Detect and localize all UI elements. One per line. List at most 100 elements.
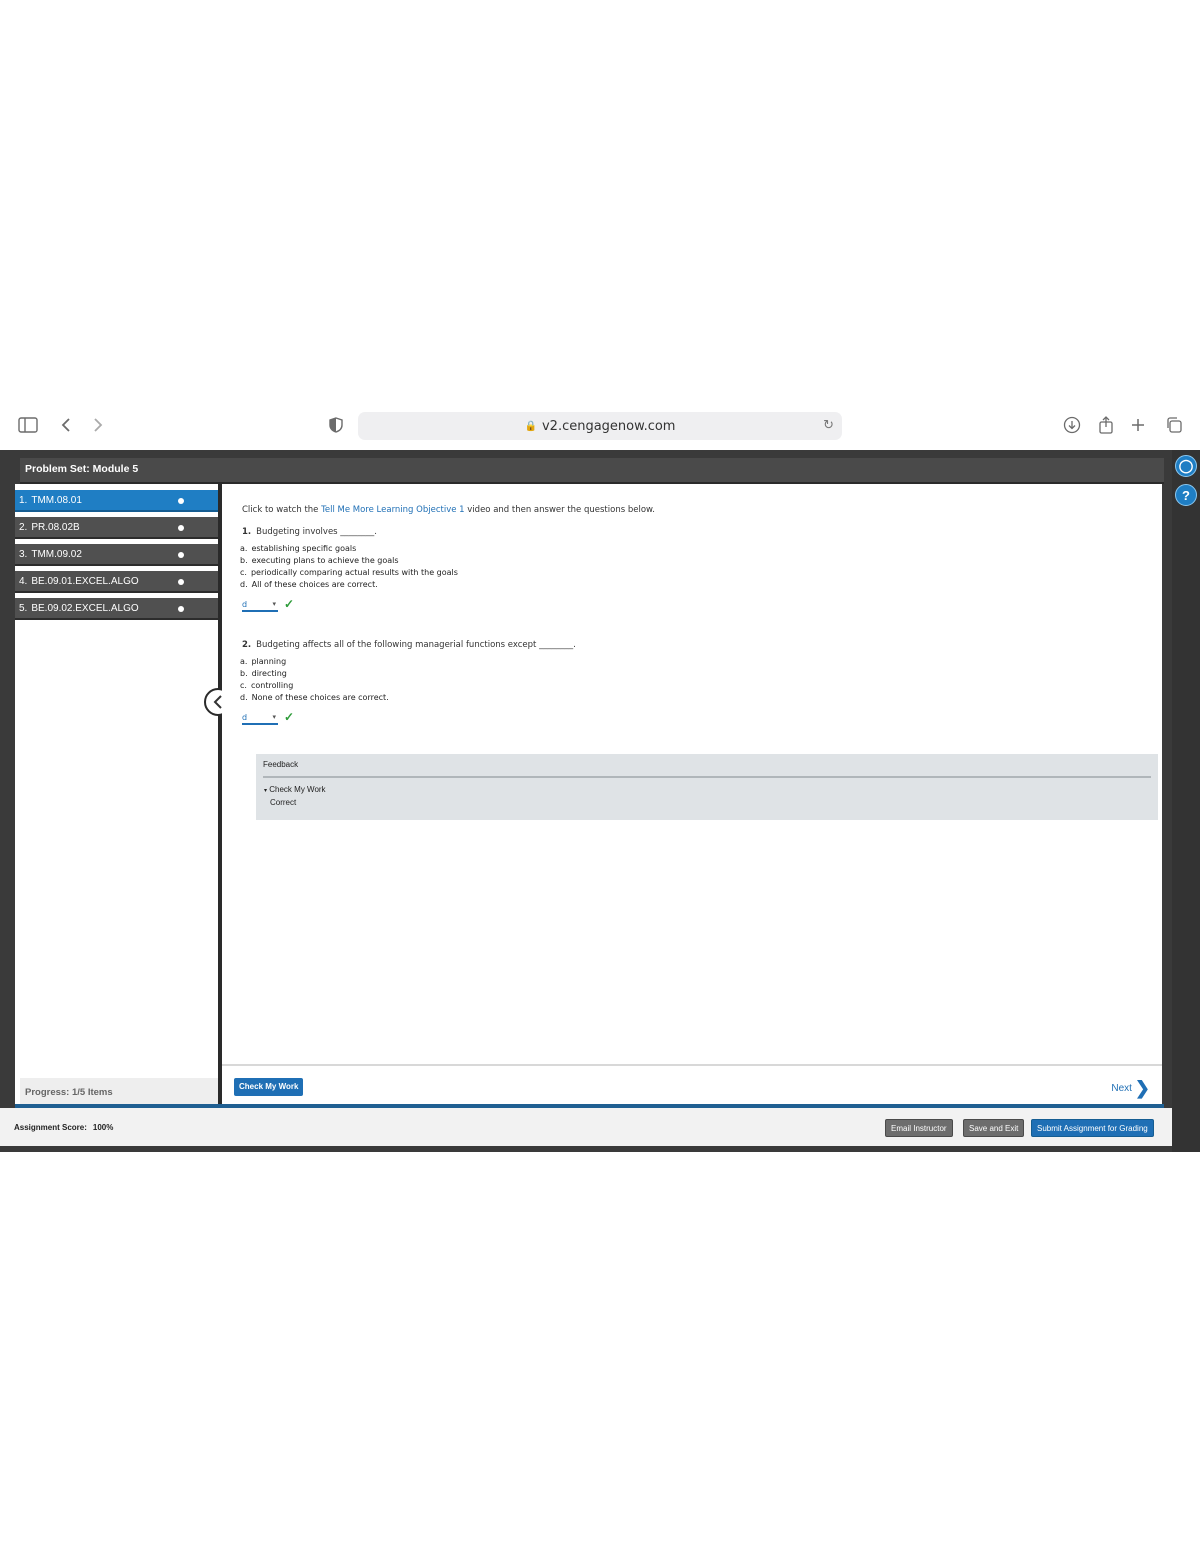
status-dot-icon — [178, 552, 184, 558]
answer-select-2[interactable]: d ▾ — [242, 713, 278, 725]
option-text: directing — [251, 669, 287, 678]
assignment-app: ◯ ? Problem Set: Module 5 1. TMM.08.01 2.… — [0, 450, 1200, 1152]
option: d. None of these choices are correct. — [240, 693, 389, 702]
nav-item-label: TMM.08.01 — [31, 495, 82, 506]
reload-icon[interactable]: ↻ — [823, 418, 834, 433]
nav-item-label: TMM.09.02 — [31, 549, 82, 560]
nav-item-2[interactable]: 2. PR.08.02B — [15, 517, 218, 539]
nav-item-number: 4. — [19, 576, 28, 587]
nav-item-number: 1. — [19, 495, 28, 506]
save-and-exit-button[interactable]: Save and Exit — [963, 1119, 1025, 1137]
option-text: All of these choices are correct. — [251, 580, 378, 589]
option: b. directing — [240, 669, 287, 678]
nav-item-number: 3. — [19, 549, 28, 560]
status-dot-icon — [178, 579, 184, 585]
nav-item-4[interactable]: 4. BE.09.01.EXCEL.ALGO — [15, 571, 218, 593]
option: c. periodically comparing actual results … — [240, 568, 458, 577]
right-tool-strip: ◯ ? — [1172, 450, 1200, 1152]
collapse-marker-icon: ▾ — [264, 788, 268, 794]
answer-select-1[interactable]: d ▾ — [242, 600, 278, 612]
feedback-item-label: Check My Work — [269, 785, 326, 794]
title-bar: Problem Set: Module 5 — [20, 458, 1164, 484]
feedback-divider — [263, 776, 1151, 778]
status-dot-icon — [178, 498, 184, 504]
option-letter: a. — [240, 657, 248, 666]
option-letter: a. — [240, 544, 248, 553]
question-number: 2. — [242, 640, 252, 650]
browser-toolbar: 🔒 v2.cengagenow.com ↻ — [0, 404, 1200, 446]
option-text: None of these choices are correct. — [251, 693, 389, 702]
download-icon[interactable] — [1062, 415, 1082, 435]
status-dot-icon — [178, 525, 184, 531]
chevron-right-icon: ❯ — [1134, 1078, 1150, 1098]
option-letter: c. — [240, 568, 247, 577]
score-label: Assignment Score: — [14, 1123, 87, 1132]
question-2: 2. Budgeting affects all of the following… — [242, 640, 576, 650]
question-footer: Check My Work Next ❯ — [222, 1064, 1162, 1104]
email-instructor-button[interactable]: Email Instructor — [885, 1119, 953, 1137]
answer-value: d — [242, 713, 248, 722]
checkmark-icon: ✓ — [284, 597, 295, 611]
question-1: 1. Budgeting involves ________. — [242, 527, 377, 537]
option-letter: b. — [240, 556, 248, 565]
dropdown-arrow-icon: ▾ — [272, 713, 276, 721]
status-dot-icon — [178, 606, 184, 612]
option-text: establishing specific goals — [251, 544, 357, 553]
option: b. executing plans to achieve the goals — [240, 556, 399, 565]
feedback-item[interactable]: ▾ Check My Work — [264, 785, 326, 794]
nav-item-1[interactable]: 1. TMM.08.01 — [15, 490, 218, 512]
nav-item-number: 2. — [19, 522, 28, 533]
nav-item-5[interactable]: 5. BE.09.02.EXCEL.ALGO — [15, 598, 218, 620]
video-link[interactable]: Tell Me More Learning Objective 1 — [321, 505, 464, 515]
share-icon[interactable] — [1096, 415, 1116, 435]
feedback-panel: Feedback ▾ Check My Work Correct — [256, 754, 1158, 820]
assignment-bar: Assignment Score: 100% Email Instructor S… — [0, 1108, 1172, 1146]
page-title: Problem Set: Module 5 — [25, 463, 139, 475]
intro-text: Click to watch the Tell Me More Learning… — [242, 505, 655, 515]
new-tab-icon[interactable] — [1128, 415, 1148, 435]
option-text: planning — [251, 657, 287, 666]
next-button[interactable]: Next ❯ — [1111, 1078, 1150, 1099]
dropdown-arrow-icon: ▾ — [272, 600, 276, 608]
score-value: 100% — [92, 1123, 114, 1132]
nav-item-label: BE.09.02.EXCEL.ALGO — [31, 603, 139, 614]
assignment-score: Assignment Score: 100% — [14, 1123, 113, 1132]
submit-assignment-button[interactable]: Submit Assignment for Grading — [1031, 1119, 1154, 1137]
feedback-title: Feedback — [263, 760, 299, 769]
option-letter: d. — [240, 693, 248, 702]
help-icon[interactable]: ? — [1175, 484, 1197, 506]
progress-text: Progress: 1/5 Items — [25, 1087, 113, 1098]
option-letter: d. — [240, 580, 248, 589]
question-text: Budgeting involves ________. — [256, 527, 378, 537]
answer-value: d — [242, 600, 248, 609]
option: c. controlling — [240, 681, 293, 690]
question-number: 1. — [242, 527, 252, 537]
intro-prefix: Click to watch the — [242, 505, 322, 515]
option: a. establishing specific goals — [240, 544, 356, 553]
option: a. planning — [240, 657, 286, 666]
option-text: periodically comparing actual results wi… — [250, 568, 458, 577]
feedback-result: Correct — [270, 798, 297, 807]
option: d. All of these choices are correct. — [240, 580, 378, 589]
tab-overview-icon[interactable] — [1164, 415, 1184, 435]
question-content: Click to watch the Tell Me More Learning… — [222, 484, 1162, 1064]
option-text: executing plans to achieve the goals — [251, 556, 399, 565]
nav-item-label: BE.09.01.EXCEL.ALGO — [31, 576, 139, 587]
check-my-work-button[interactable]: Check My Work — [234, 1078, 304, 1096]
forward-icon[interactable] — [88, 415, 108, 435]
privacy-shield-icon[interactable] — [326, 415, 346, 435]
progress-bar-area: Progress: 1/5 Items — [20, 1078, 218, 1104]
nav-item-3[interactable]: 3. TMM.09.02 — [15, 544, 218, 566]
back-icon[interactable] — [56, 415, 76, 435]
sidebar-toggle-icon[interactable] — [18, 415, 38, 435]
question-text: Budgeting affects all of the following m… — [256, 640, 576, 650]
lock-icon: 🔒 — [524, 420, 537, 432]
address-bar[interactable]: 🔒 v2.cengagenow.com ↻ — [358, 412, 842, 440]
intro-suffix: video and then answer the questions belo… — [464, 505, 655, 515]
option-text: controlling — [250, 681, 294, 690]
question-nav: 1. TMM.08.01 2. PR.08.02B 3. TMM.09.02 4. BE… — [15, 484, 218, 1104]
option-letter: c. — [240, 681, 247, 690]
checkmark-icon: ✓ — [284, 710, 295, 724]
nav-item-label: PR.08.02B — [31, 522, 80, 533]
support-headset-icon[interactable]: ◯ — [1175, 455, 1197, 477]
